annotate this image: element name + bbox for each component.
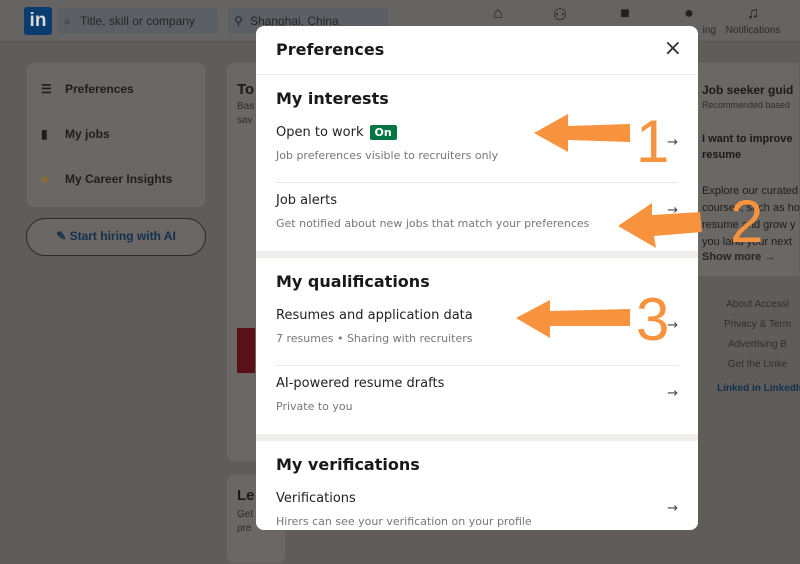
- guide-headline: I want to improve: [702, 133, 793, 145]
- people-icon: ⚇: [552, 7, 568, 24]
- nav-home[interactable]: ⌂: [473, 5, 523, 25]
- location-pin-icon: ⚲: [234, 14, 243, 28]
- row-title: Open to work: [276, 125, 364, 140]
- row-subtitle: 7 resumes • Sharing with recruiters: [276, 332, 473, 345]
- row-subtitle: Hirers can see your verification on your…: [276, 515, 532, 528]
- linkedin-footer-brand: Linked in LinkedIn: [717, 383, 800, 394]
- card-subtitle: pre: [237, 523, 252, 534]
- arrow-right-icon: →: [667, 135, 678, 150]
- row-job-alerts[interactable]: Job alerts Get notified about new jobs t…: [276, 183, 678, 251]
- card-subtitle: Bas: [237, 101, 255, 112]
- sidebar-item-preferences[interactable]: ☰ Preferences: [41, 82, 134, 96]
- linkedin-logo[interactable]: in: [24, 7, 52, 35]
- section-title: My verifications: [276, 455, 420, 474]
- arrow-right-icon: →: [667, 203, 678, 218]
- row-title: Verifications: [276, 491, 356, 506]
- arrow-right-icon: →: [667, 501, 678, 516]
- sidebar-item-my-jobs[interactable]: ▮ My jobs: [41, 127, 110, 141]
- home-icon: ⌂: [493, 5, 503, 22]
- sidebar-item-career-insights[interactable]: ■ My Career Insights: [41, 172, 172, 186]
- edit-icon: ✎: [56, 229, 70, 243]
- card-title: Le: [237, 487, 255, 504]
- bell-icon: ♫: [747, 5, 759, 22]
- start-hiring-button[interactable]: ✎ Start hiring with AI: [26, 218, 206, 256]
- section-my-verifications: My verifications Verifications Hirers ca…: [256, 441, 698, 530]
- bookmark-icon: ▮: [41, 127, 48, 141]
- search-input[interactable]: ⌕ Title, skill or company: [58, 8, 218, 34]
- guide-body: Explore our curated courses, such as ho re…: [702, 185, 800, 248]
- arrow-right-icon: →: [667, 386, 678, 401]
- company-logo[interactable]: [237, 328, 255, 373]
- job-seeker-guide-card: Job seeker guid Recommended based I want…: [690, 62, 800, 277]
- show-more-link[interactable]: Show more →: [702, 251, 775, 263]
- row-title: Resumes and application data: [276, 308, 473, 323]
- preferences-modal: Preferences × My interests Open to work O…: [256, 26, 698, 530]
- section-title: My qualifications: [276, 272, 430, 291]
- footer-links[interactable]: About Accessi Privacy & Term Advertising B…: [724, 295, 791, 375]
- guide-headline: resume: [702, 149, 742, 161]
- sidebar-card: ☰ Preferences ▮ My jobs ■ My Career Insight…: [26, 62, 206, 208]
- nav-network[interactable]: ⚇: [535, 5, 585, 25]
- divider: [256, 434, 698, 441]
- row-ai-resume-drafts[interactable]: AI-powered resume drafts Private to you …: [276, 366, 678, 434]
- arrow-right-icon: →: [667, 318, 678, 333]
- divider: [256, 251, 698, 258]
- guide-title: Job seeker guid: [702, 83, 794, 97]
- list-icon: ☰: [41, 82, 52, 96]
- insights-icon: ■: [41, 172, 49, 186]
- row-verifications[interactable]: Verifications Hirers can see your verifi…: [276, 481, 678, 530]
- card-subtitle: Get: [237, 509, 254, 520]
- section-title: My interests: [276, 89, 389, 108]
- close-icon[interactable]: ×: [664, 36, 682, 61]
- row-subtitle: Get notified about new jobs that match y…: [276, 217, 590, 230]
- card-title: To: [237, 81, 255, 98]
- row-subtitle: Private to you: [276, 400, 353, 413]
- modal-title: Preferences: [276, 40, 385, 59]
- messaging-icon: ●: [684, 5, 694, 22]
- row-open-to-work[interactable]: Open to work On Job preferences visible t…: [276, 115, 678, 183]
- row-subtitle: Job preferences visible to recruiters on…: [276, 149, 499, 162]
- section-my-interests: My interests Open to work On Job preferen…: [256, 75, 698, 251]
- nav-notifications[interactable]: ♫ Notifications: [720, 5, 786, 36]
- section-my-qualifications: My qualifications Resumes and applicatio…: [256, 258, 698, 434]
- guide-subtitle: Recommended based: [702, 100, 791, 110]
- jobs-icon: ■: [620, 5, 630, 22]
- row-resumes[interactable]: Resumes and application data 7 resumes •…: [276, 298, 678, 366]
- row-title: AI-powered resume drafts: [276, 376, 445, 391]
- row-title: Job alerts: [276, 193, 337, 208]
- card-subtitle: sav: [237, 115, 253, 126]
- search-icon: ⌕: [64, 14, 71, 28]
- status-badge: On: [369, 125, 397, 140]
- nav-jobs[interactable]: ■: [600, 5, 650, 25]
